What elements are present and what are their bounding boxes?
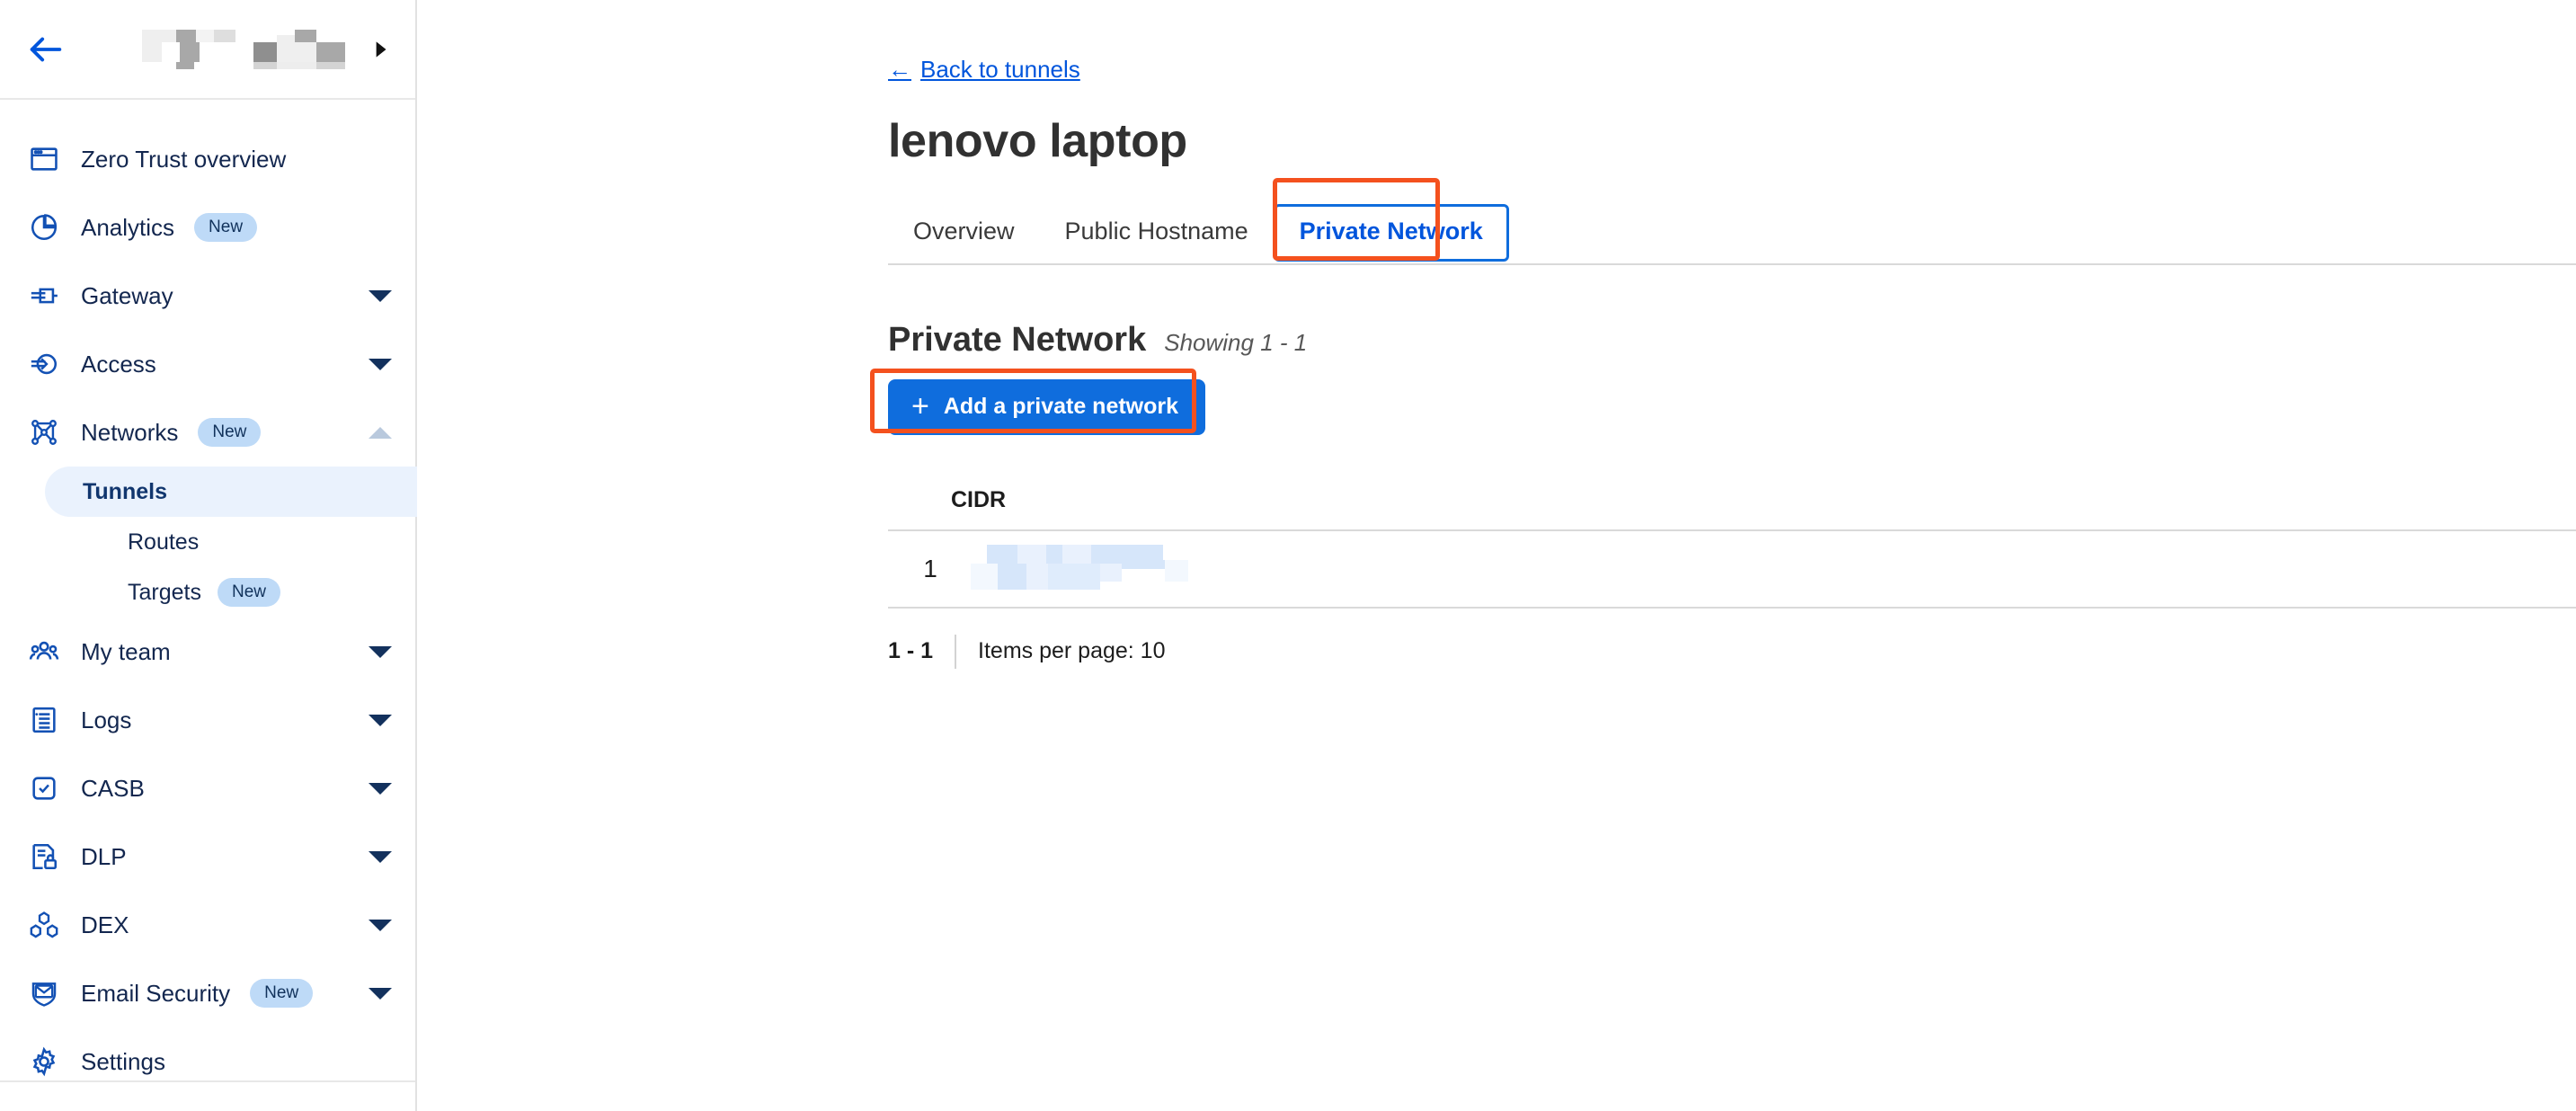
chevron-down-icon[interactable]	[369, 714, 392, 726]
section-title: Private Network	[888, 321, 1147, 359]
sidebar: Zero Trust overview Analytics New Gatewa…	[0, 0, 417, 1111]
sidebar-nav: Zero Trust overview Analytics New Gatewa…	[0, 100, 417, 1096]
arrow-left-icon[interactable]	[25, 29, 67, 70]
sidebar-item-label: Analytics	[81, 213, 175, 241]
sidebar-item-label: DLP	[81, 842, 127, 870]
private-network-table: CIDR 1	[888, 487, 2576, 609]
sidebar-item-settings[interactable]: Settings	[0, 1027, 415, 1096]
tab-private-network[interactable]: Private Network	[1273, 204, 1509, 262]
casb-icon	[27, 771, 61, 805]
tab-public-hostname[interactable]: Public Hostname	[1040, 205, 1274, 263]
email-security-icon	[27, 976, 61, 1010]
badge-new: New	[198, 418, 262, 447]
chevron-down-icon[interactable]	[369, 358, 392, 370]
sidebar-subitem-label: Routes	[128, 529, 200, 555]
gear-icon	[27, 1044, 61, 1079]
add-private-network-button[interactable]: + Add a private network	[888, 379, 1206, 435]
browser-window-icon	[27, 142, 61, 176]
app-root: Zero Trust overview Analytics New Gatewa…	[0, 0, 2576, 1111]
add-button-label: Add a private network	[943, 394, 1179, 419]
pie-chart-icon	[27, 210, 61, 244]
sidebar-item-dex[interactable]: DEX	[0, 891, 415, 959]
chevron-down-icon[interactable]	[369, 987, 392, 1000]
caret-right-icon[interactable]	[369, 38, 392, 61]
sidebar-item-targets[interactable]: Targets New	[45, 567, 417, 618]
chevron-up-icon[interactable]	[369, 426, 392, 439]
back-to-tunnels-link[interactable]: ← Back to tunnels	[888, 56, 1080, 84]
sidebar-item-label: Access	[81, 350, 156, 378]
account-name-redacted	[83, 29, 352, 69]
table-footer: 1 - 1 Items per page: 10 1 of 1 page	[888, 609, 2576, 669]
table-row[interactable]: 1	[888, 531, 2576, 609]
sidebar-item-logs[interactable]: Logs	[0, 686, 415, 754]
sidebar-item-casb[interactable]: CASB	[0, 754, 415, 822]
sidebar-item-networks[interactable]: Networks New	[0, 398, 415, 467]
back-link-label: Back to tunnels	[920, 56, 1080, 83]
tab-bar: Overview Public Hostname Private Network	[888, 204, 2576, 265]
team-icon	[27, 635, 61, 669]
footer-range: 1 - 1	[888, 638, 934, 663]
sidebar-item-label: CASB	[81, 774, 145, 802]
badge-new: New	[217, 578, 280, 607]
arrow-left-icon: ←	[888, 56, 911, 83]
sidebar-item-label: Gateway	[81, 281, 173, 309]
dlp-icon	[27, 840, 61, 874]
sidebar-item-label: Networks	[81, 418, 179, 446]
dex-icon	[27, 908, 61, 942]
tab-overview[interactable]: Overview	[888, 205, 1040, 263]
sidebar-divider	[0, 1080, 415, 1082]
access-icon	[27, 347, 61, 381]
sidebar-item-gateway[interactable]: Gateway	[0, 262, 415, 330]
chevron-down-icon[interactable]	[369, 289, 392, 302]
sidebar-item-email-security[interactable]: Email Security New	[0, 959, 415, 1027]
gateway-icon	[27, 279, 61, 313]
sidebar-item-label: Email Security	[81, 979, 231, 1007]
chevron-down-icon[interactable]	[369, 645, 392, 658]
sidebar-item-dlp[interactable]: DLP	[0, 822, 415, 891]
sidebar-subitem-label: Targets	[128, 579, 201, 605]
sidebar-subitem-label: Tunnels	[83, 478, 167, 504]
items-per-page-selector[interactable]: Items per page: 10	[956, 638, 1165, 664]
column-header-cidr: CIDR	[951, 487, 1007, 512]
account-bar	[0, 0, 415, 100]
sidebar-item-tunnels[interactable]: Tunnels	[45, 467, 417, 517]
badge-new: New	[194, 213, 258, 242]
sidebar-item-label: My team	[81, 637, 171, 665]
row-index: 1	[923, 555, 937, 582]
chevron-down-icon[interactable]	[369, 850, 392, 863]
logs-icon	[27, 703, 61, 737]
table-header-row: CIDR	[888, 487, 2576, 531]
sidebar-item-routes[interactable]: Routes	[45, 517, 417, 567]
sidebar-item-label: Settings	[81, 1047, 165, 1075]
showing-count: Showing 1 - 1	[1164, 329, 1308, 356]
sidebar-item-analytics[interactable]: Analytics New	[0, 193, 415, 262]
sidebar-item-label: DEX	[81, 911, 129, 938]
chevron-down-icon[interactable]	[369, 782, 392, 795]
networks-icon	[27, 415, 61, 449]
sidebar-item-my-team[interactable]: My team	[0, 618, 415, 686]
chevron-down-icon[interactable]	[369, 919, 392, 931]
sidebar-item-label: Zero Trust overview	[81, 145, 287, 173]
page-title: lenovo laptop	[888, 115, 1187, 167]
sidebar-item-access[interactable]: Access	[0, 330, 415, 398]
plus-icon: +	[911, 388, 929, 423]
cidr-value-redacted	[971, 545, 1213, 590]
section-header: Private Network Showing 1 - 1	[888, 321, 2576, 360]
badge-new: New	[250, 979, 314, 1008]
sidebar-item-label: Logs	[81, 706, 132, 733]
main-content: ← Back to tunnels lenovo laptop Overview…	[417, 0, 2576, 1111]
sidebar-item-zero-trust-overview[interactable]: Zero Trust overview	[0, 125, 415, 193]
